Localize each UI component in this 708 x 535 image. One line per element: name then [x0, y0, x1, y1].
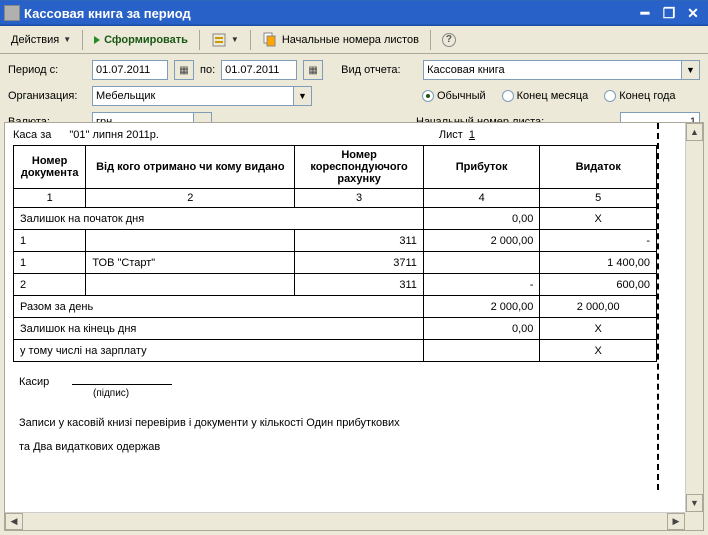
cash-book-table: Номер документа Від кого отримано чи ком…	[13, 145, 657, 362]
scroll-up-icon[interactable]: ▲	[686, 123, 703, 141]
form-label: Сформировать	[104, 34, 188, 46]
scroll-down-icon[interactable]: ▼	[686, 494, 703, 512]
window-title: Кассовая книга за период	[24, 6, 632, 21]
form-button[interactable]: Сформировать	[87, 31, 195, 49]
col-expense: Видаток	[540, 146, 657, 189]
separator	[250, 30, 251, 50]
scroll-left-icon[interactable]: ◀	[5, 513, 23, 530]
chevron-down-icon[interactable]: ▼	[294, 86, 312, 106]
col-corr: Номер кореспондуючого рахунку	[295, 146, 424, 189]
actions-label: Действия	[11, 34, 59, 46]
report-area: Каса за "01" липня 2011р. Лист 1 Номер д…	[4, 122, 704, 531]
date-to-input[interactable]	[221, 60, 297, 80]
chevron-down-icon: ▼	[63, 35, 71, 44]
title-bar: Кассовая книга за период ━ ❐ ✕	[0, 0, 708, 26]
sheet-number: 1	[469, 129, 475, 141]
chevron-down-icon[interactable]: ▼	[682, 60, 700, 80]
report-type-label: Вид отчета:	[341, 64, 417, 76]
col-doc-num: Номер документа	[14, 146, 86, 189]
radio-normal[interactable]: Обычный	[422, 90, 486, 102]
scroll-corner	[685, 512, 703, 530]
report-date: "01" липня 2011р.	[69, 129, 159, 141]
to-label: по:	[200, 64, 215, 76]
page-break-dashed	[657, 123, 659, 490]
table-row: у тому числі на зарплатуХ	[14, 340, 657, 362]
separator	[199, 30, 200, 50]
separator	[430, 30, 431, 50]
col-income: Прибуток	[423, 146, 540, 189]
calendar-from-button[interactable]: ▦	[174, 60, 194, 80]
sheets-label: Начальные номера листов	[282, 34, 419, 46]
table-row: Залишок на початок дня0,00Х	[14, 208, 657, 230]
date-from-input[interactable]	[92, 60, 168, 80]
table-row: 13112 000,00-	[14, 230, 657, 252]
config-icon	[211, 32, 227, 48]
separator	[82, 30, 83, 50]
table-row: 1ТОВ "Старт"37111 400,00	[14, 252, 657, 274]
vertical-scrollbar[interactable]: ▲ ▼	[685, 123, 703, 512]
sheet-label: Лист	[439, 129, 463, 141]
cashier-label: Касир	[19, 376, 49, 388]
table-row: 2311-600,00	[14, 274, 657, 296]
actions-menu[interactable]: Действия ▼	[4, 31, 78, 49]
minimize-button[interactable]: ━	[634, 3, 656, 23]
maximize-button[interactable]: ❐	[658, 3, 680, 23]
col-who: Від кого отримано чи кому видано	[86, 146, 295, 189]
check-note-2: та Два видаткових одержав	[19, 441, 681, 453]
table-row: Залишок на кінець дня0,00Х	[14, 318, 657, 340]
sheets-button[interactable]: Начальные номера листов	[255, 29, 426, 51]
close-button[interactable]: ✕	[682, 3, 704, 23]
scroll-right-icon[interactable]: ▶	[667, 513, 685, 530]
signature-note: (підпис)	[93, 388, 681, 399]
help-icon: ?	[442, 33, 456, 47]
org-select[interactable]	[92, 86, 294, 106]
report-type-select[interactable]	[423, 60, 682, 80]
calendar-to-button[interactable]: ▦	[303, 60, 323, 80]
signature-line	[72, 384, 172, 385]
period-label: Период с:	[8, 64, 86, 76]
table-row: Разом за день2 000,002 000,00	[14, 296, 657, 318]
check-note-1: Записи у касовій книзі перевірив і докум…	[19, 417, 681, 429]
play-icon	[94, 36, 100, 44]
chevron-down-icon: ▼	[231, 35, 239, 44]
radio-year-end[interactable]: Конец года	[604, 90, 675, 102]
radio-month-end[interactable]: Конец месяца	[502, 90, 589, 102]
horizontal-scrollbar[interactable]: ◀ ▶	[5, 512, 685, 530]
sheets-icon	[262, 32, 278, 48]
help-button[interactable]: ?	[435, 30, 463, 50]
toolbar: Действия ▼ Сформировать ▼ Начальные номе…	[0, 26, 708, 54]
tool-button-1[interactable]: ▼	[204, 29, 246, 51]
kasa-label: Каса за	[13, 129, 51, 141]
app-icon	[4, 5, 20, 21]
org-label: Организация:	[8, 90, 86, 102]
